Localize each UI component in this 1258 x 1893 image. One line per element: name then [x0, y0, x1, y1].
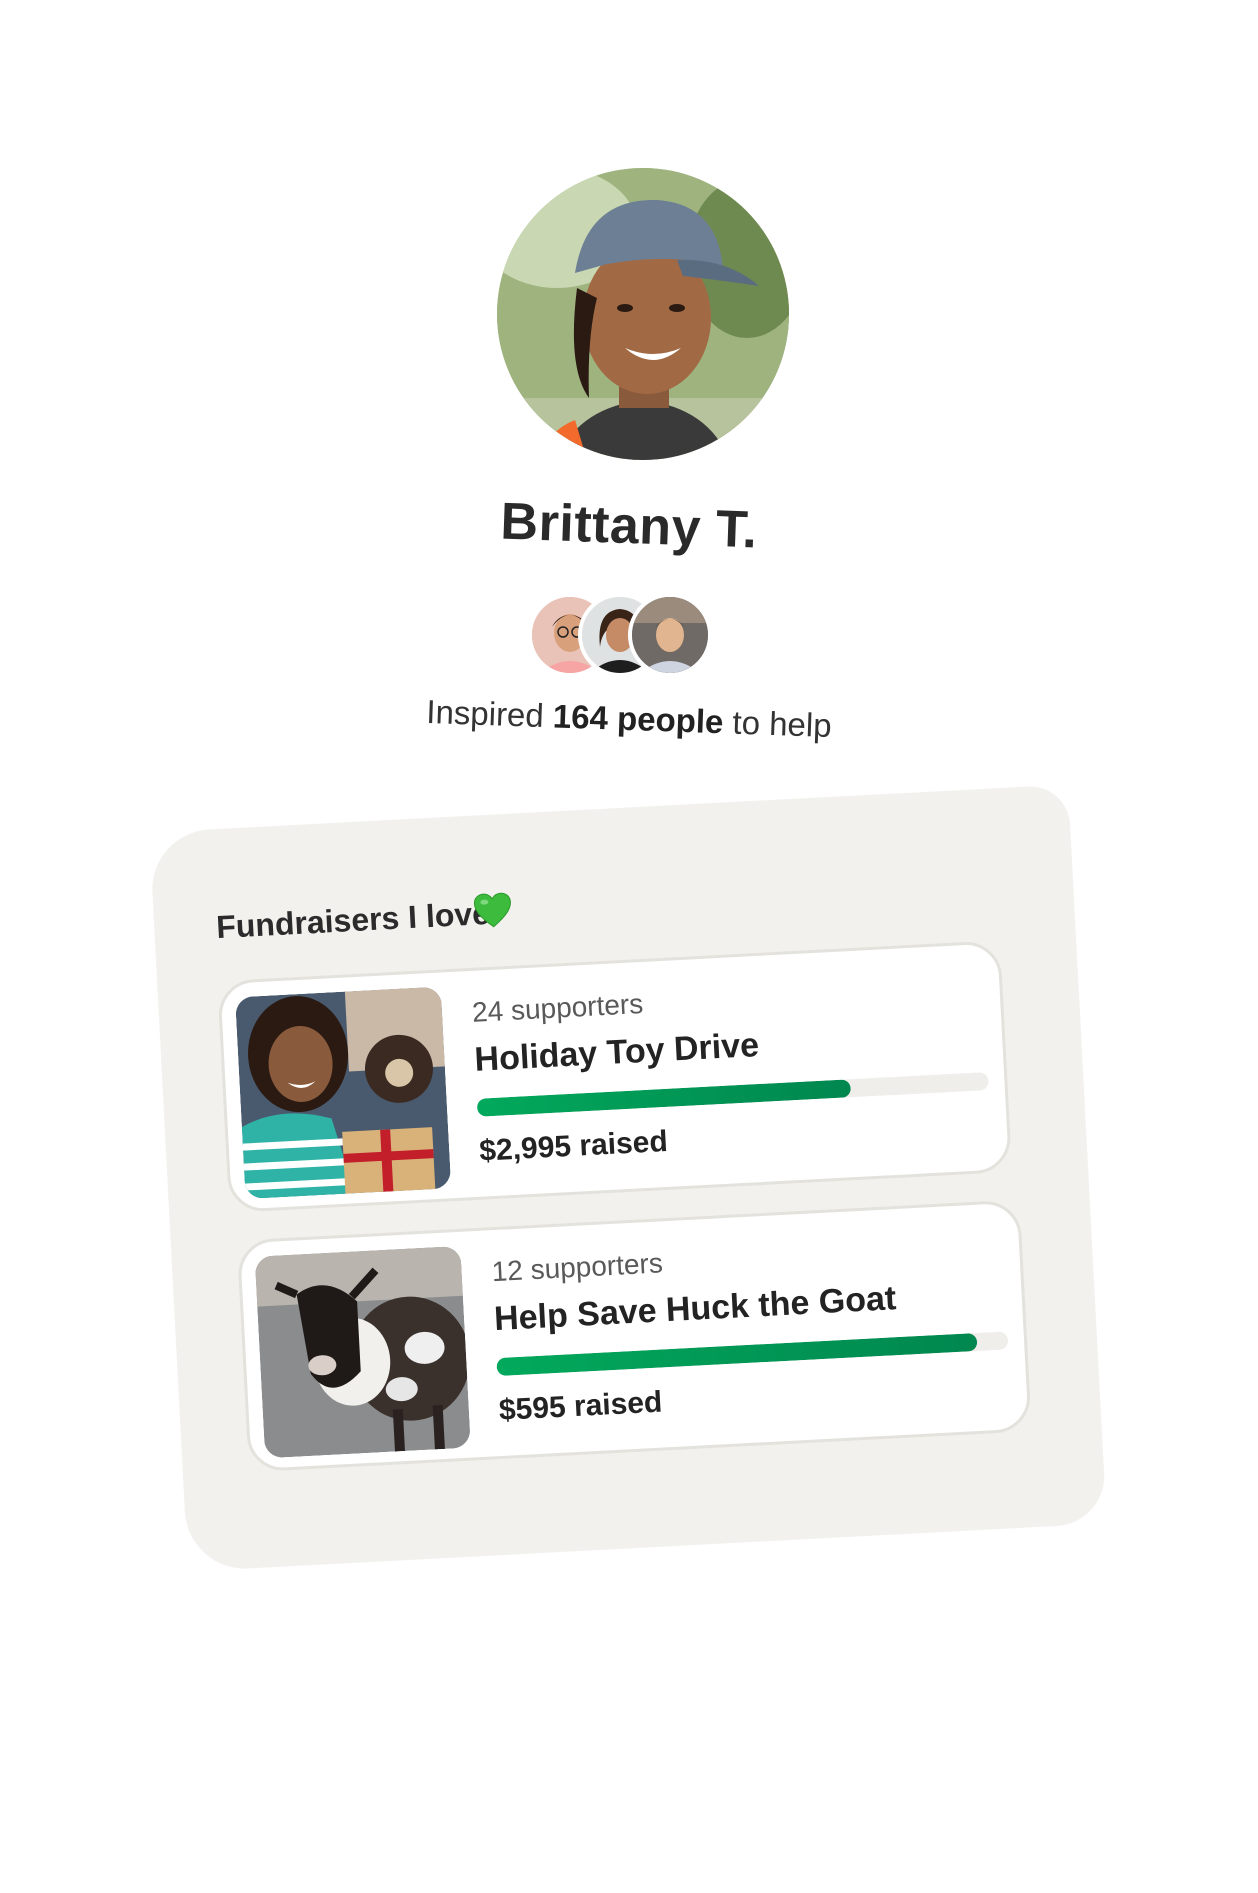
- fundraisers-title: Fundraisers I love: [215, 894, 491, 946]
- fundraiser-title[interactable]: Help Save Huck the Goat: [493, 1279, 897, 1339]
- fundraiser-thumbnail: [235, 986, 452, 1200]
- fundraiser-card[interactable]: 24 supporters Holiday Toy Drive $2,995 r…: [217, 940, 1013, 1213]
- fundraiser-supporters: 12 supporters: [490, 1247, 664, 1288]
- inspired-count: 164 people: [552, 697, 725, 741]
- fundraiser-progress-fill: [496, 1332, 978, 1377]
- fundraiser-progress-bar: [496, 1331, 1009, 1377]
- profile-name: Brittany T.: [499, 492, 759, 560]
- fundraiser-amount-raised: $595 raised: [498, 1385, 664, 1428]
- profile-photo: [497, 168, 789, 460]
- inspired-suffix: to help: [722, 703, 833, 745]
- inspired-count-text: Inspired 164 people to help: [0, 678, 1258, 760]
- fundraiser-progress-fill: [476, 1079, 851, 1117]
- fundraiser-title[interactable]: Holiday Toy Drive: [474, 1026, 760, 1080]
- inspired-prefix: Inspired: [425, 692, 554, 735]
- supporter-avatar-group[interactable]: [528, 593, 718, 677]
- fundraiser-supporters: 24 supporters: [471, 987, 644, 1028]
- profile-avatar[interactable]: [497, 168, 789, 460]
- fundraiser-thumbnail: [254, 1245, 471, 1459]
- fundraiser-card[interactable]: 12 supporters Help Save Huck the Goat $5…: [236, 1199, 1032, 1473]
- fundraiser-progress-bar: [476, 1072, 989, 1117]
- fundraisers-panel: Fundraisers I love 24 supporters Holiday…: [149, 784, 1107, 1572]
- fundraiser-amount-raised: $2,995 raised: [478, 1124, 669, 1168]
- supporter-avatar: [628, 593, 712, 677]
- green-heart-icon: [473, 892, 511, 928]
